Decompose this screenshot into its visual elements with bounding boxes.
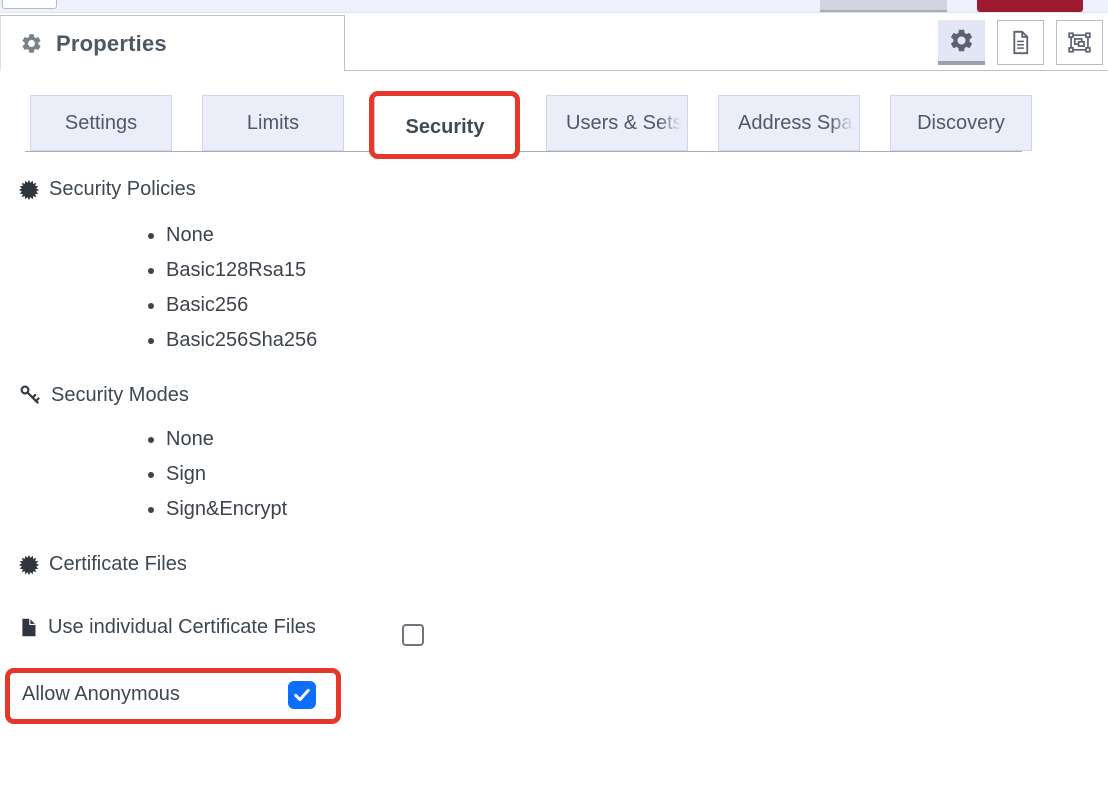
properties-settings-button[interactable] [938, 20, 985, 65]
security-policies-list: None Basic128Rsa15 Basic256 Basic256Sha2… [0, 218, 317, 358]
header-toolbar [938, 20, 1103, 65]
diagram-view-button[interactable] [1056, 20, 1103, 65]
allow-anonymous-row: Allow Anonymous [22, 683, 180, 706]
properties-tab[interactable]: Properties [0, 15, 345, 71]
panel-header: Properties [0, 13, 1108, 71]
list-item: None [166, 422, 287, 457]
tab-underline [25, 151, 1022, 152]
tab-limits[interactable]: Limits [202, 95, 344, 151]
tab-discovery[interactable]: Discovery [890, 95, 1032, 151]
gear-icon [948, 27, 975, 54]
section-title: Certificate Files [49, 553, 187, 576]
top-strip [0, 0, 1108, 13]
gear-icon [20, 32, 43, 55]
checkbox-label: Allow Anonymous [22, 683, 180, 706]
tab-address-space[interactable]: Address Spa [718, 95, 860, 151]
header-divider [345, 70, 1108, 71]
tab-label: Discovery [917, 112, 1005, 135]
list-item: Basic128Rsa15 [166, 253, 317, 288]
list-item: None [166, 218, 317, 253]
document-icon [1007, 29, 1034, 56]
tab-label: Limits [247, 112, 299, 135]
tab-users-sessions[interactable]: Users & Sets [546, 95, 688, 151]
list-item: Sign&Encrypt [166, 492, 287, 527]
use-individual-cert-row: Use individual Certificate Files [18, 616, 316, 639]
checkbox-label: Use individual Certificate Files [48, 616, 316, 639]
seal-icon [18, 179, 40, 201]
section-security-modes: Security Modes [18, 383, 189, 407]
partial-button-left[interactable] [2, 0, 57, 9]
tab-settings[interactable]: Settings [30, 95, 172, 151]
partial-red-button[interactable] [977, 0, 1083, 12]
document-view-button[interactable] [997, 20, 1044, 65]
tab-security[interactable]: Security [374, 95, 516, 159]
section-title: Security Policies [49, 178, 196, 201]
use-individual-cert-checkbox[interactable] [402, 624, 424, 646]
key-icon [18, 383, 42, 407]
tab-label: Security [406, 116, 485, 139]
allow-anonymous-checkbox[interactable] [288, 681, 316, 709]
list-item: Basic256Sha256 [166, 323, 317, 358]
partial-gray-button[interactable] [820, 0, 947, 12]
properties-panel: Properties Settings Limits Security User… [0, 0, 1108, 788]
section-certificate-files: Certificate Files [18, 553, 187, 576]
seal-icon [18, 554, 40, 576]
tab-label: Users & Sets [566, 112, 683, 135]
tab-label: Address Spa [738, 112, 853, 135]
file-icon [18, 616, 39, 639]
transform-icon [1066, 29, 1093, 56]
section-title: Security Modes [51, 384, 189, 407]
security-modes-list: None Sign Sign&Encrypt [0, 422, 287, 527]
tab-label: Settings [65, 112, 137, 135]
list-item: Basic256 [166, 288, 317, 323]
panel-title: Properties [56, 31, 167, 57]
tab-bar: Settings Limits Security Users & Sets Ad… [0, 95, 1108, 165]
section-security-policies: Security Policies [18, 178, 196, 201]
check-icon [292, 685, 312, 705]
list-item: Sign [166, 457, 287, 492]
